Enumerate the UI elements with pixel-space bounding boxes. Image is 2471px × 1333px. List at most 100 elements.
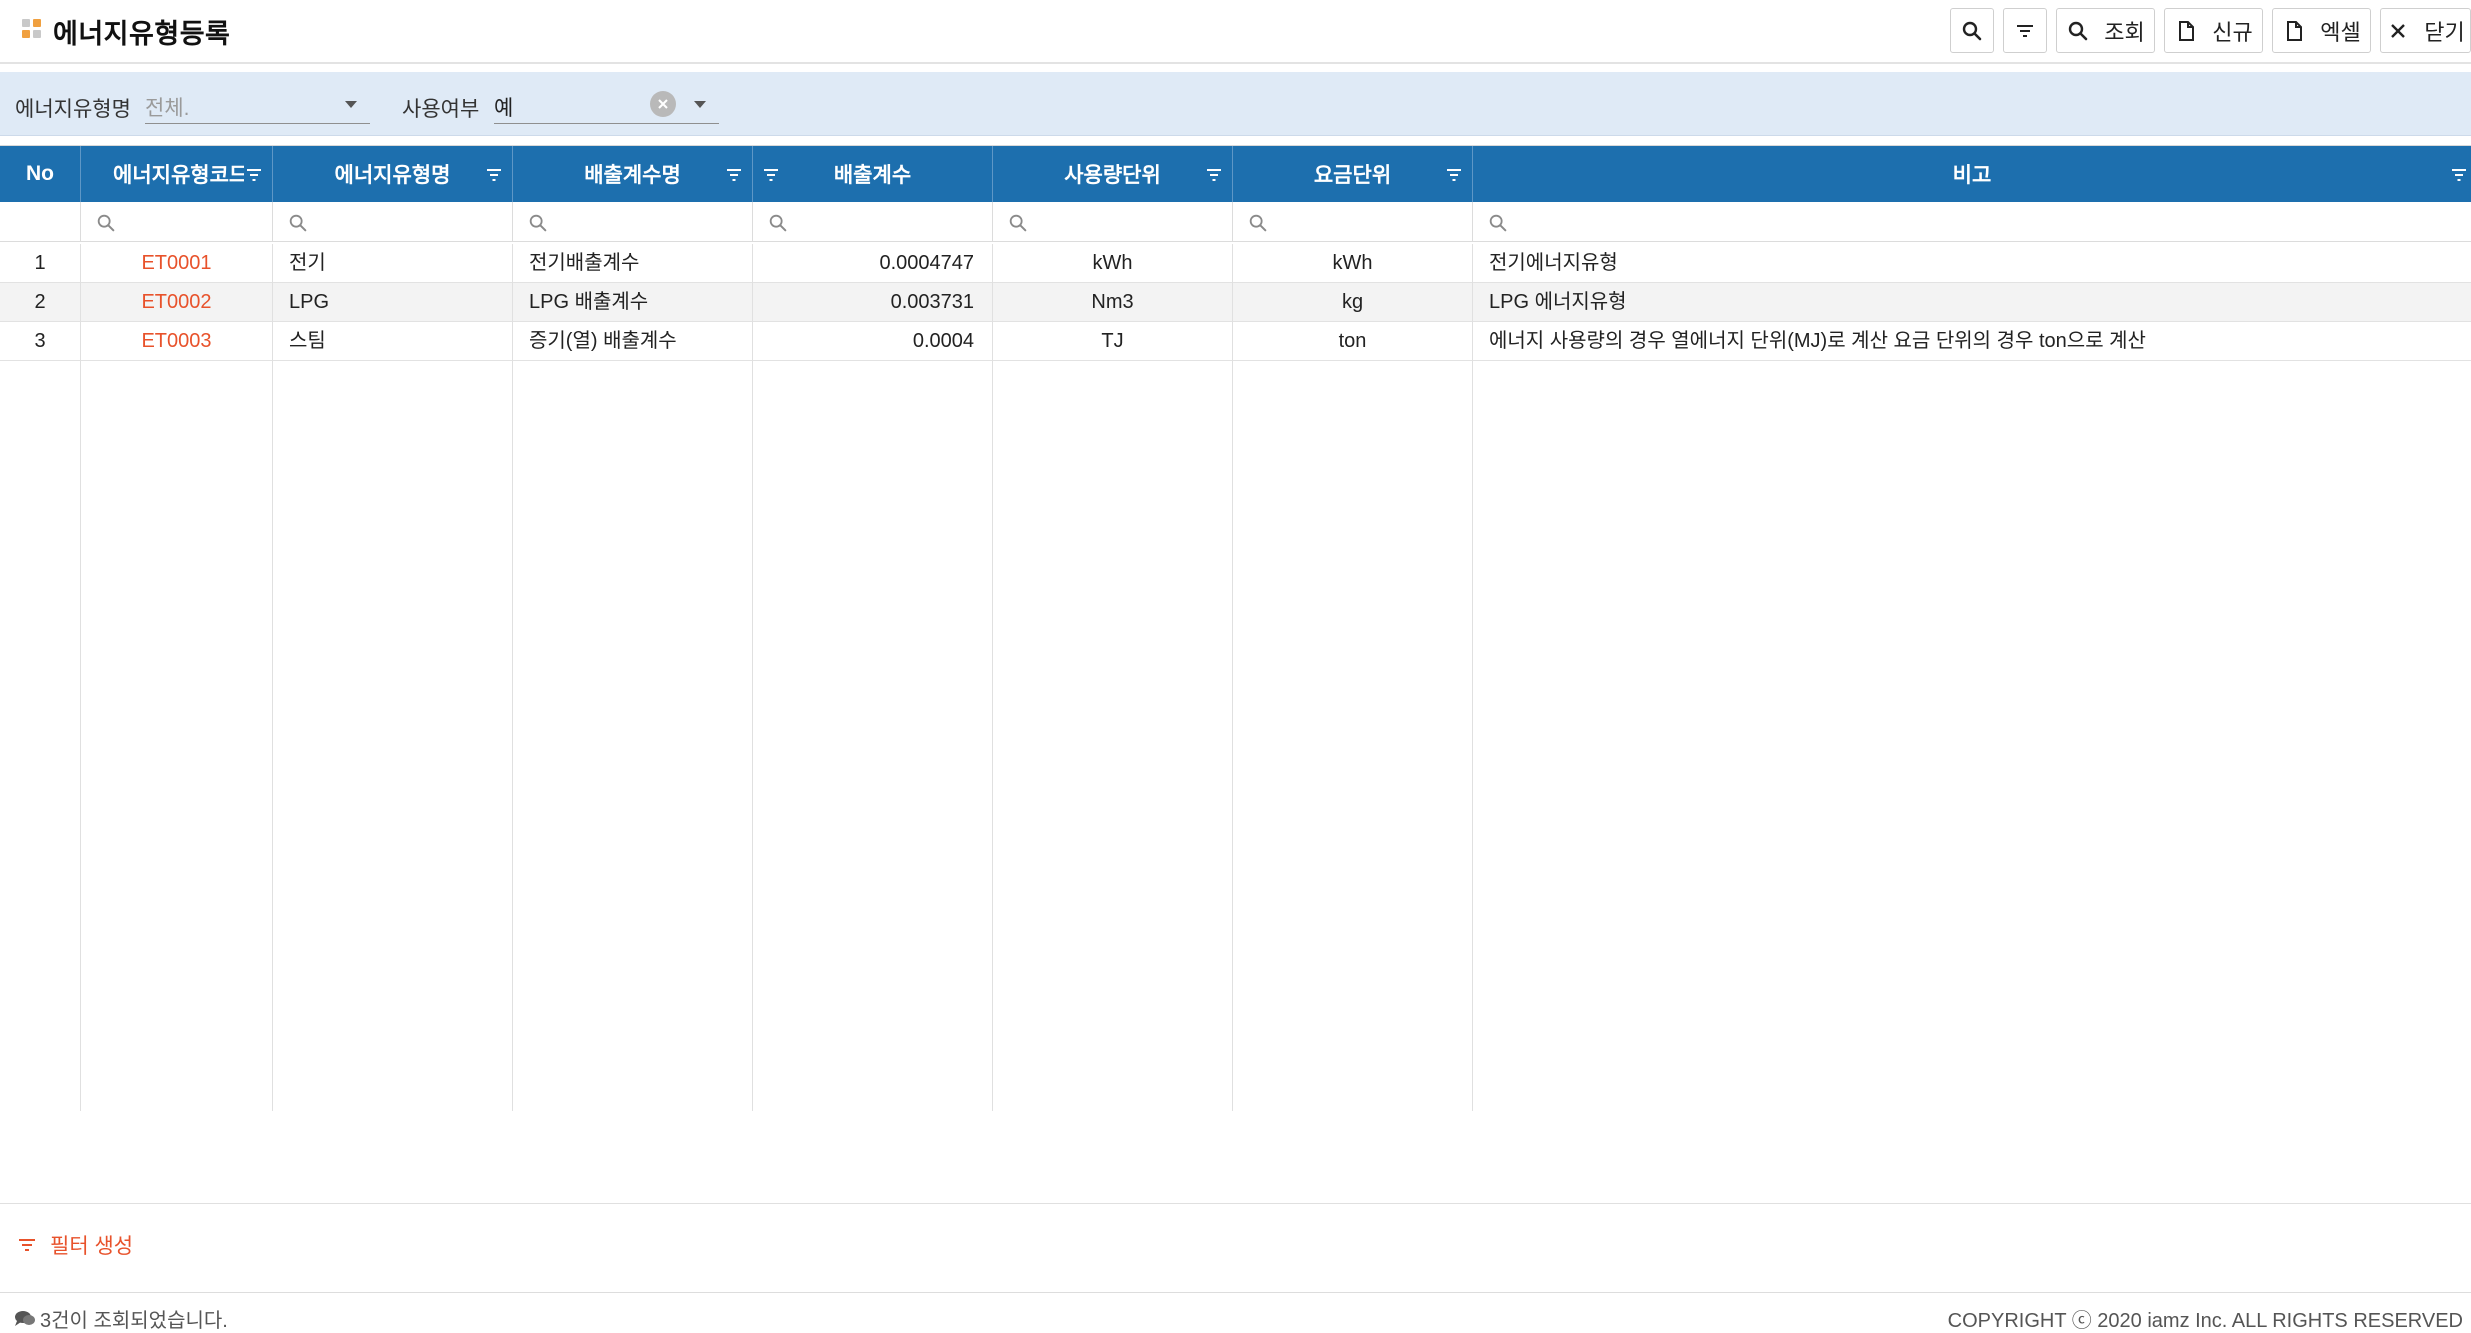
status-text: 3건이 조회되었습니다. xyxy=(40,1310,228,1332)
energy-type-name-select[interactable]: 전체. xyxy=(145,84,370,124)
filter-cell-emission-factor[interactable] xyxy=(753,202,993,242)
search-icon xyxy=(769,214,787,232)
column-header-emission-factor[interactable]: 배출계수 xyxy=(753,146,993,202)
column-filter-icon[interactable] xyxy=(484,165,504,185)
filter-input-emission-factor[interactable] xyxy=(793,206,982,236)
cell-fee-unit: kg xyxy=(1233,283,1473,322)
chevron-down-icon[interactable] xyxy=(694,101,706,108)
cell-usage-unit: Nm3 xyxy=(993,283,1233,322)
column-divider xyxy=(272,361,273,1111)
cell-emission-factor-name: 전기배출계수 xyxy=(513,244,753,283)
column-header-energy-type-code[interactable]: 에너지유형코드 xyxy=(81,146,273,202)
app-grid-icon xyxy=(22,19,42,39)
search-button[interactable]: 조회 xyxy=(2056,8,2155,53)
column-divider xyxy=(512,361,513,1111)
filter-cell-usage-unit[interactable] xyxy=(993,202,1233,242)
filter-input-energy-type-name[interactable] xyxy=(313,206,502,236)
column-filter-icon[interactable] xyxy=(244,165,264,185)
cell-note: 전기에너지유형 xyxy=(1489,252,1618,274)
cell-energy-type-code[interactable]: ET0003 xyxy=(81,322,273,361)
cell-emission-factor-name: 증기(열) 배출계수 xyxy=(513,322,753,361)
cell-energy-type-name: 스팀 xyxy=(273,322,513,361)
filter-input-energy-type-code[interactable] xyxy=(121,206,262,236)
cell-no: 3 xyxy=(0,322,81,361)
chevron-down-icon[interactable] xyxy=(345,101,357,108)
search-icon xyxy=(289,214,307,232)
chat-bubble-icon xyxy=(15,1310,35,1326)
search-conditions-bar: 에너지유형명 전체. 사용여부 예 xyxy=(0,72,2471,136)
cell-no: 1 xyxy=(0,244,81,283)
page-title: 에너지유형등록 xyxy=(53,19,231,49)
cell-energy-type-code[interactable]: ET0002 xyxy=(81,283,273,322)
cell-fee-unit: ton xyxy=(1233,322,1473,361)
filter-cell-no xyxy=(0,202,81,242)
energy-type-name-value: 전체. xyxy=(145,97,190,120)
status-footer: 3건이 조회되었습니다. COPYRIGHT ⓒ 2020 iamz Inc. … xyxy=(0,1292,2471,1333)
cell-no: 2 xyxy=(0,283,81,322)
column-divider xyxy=(752,361,753,1111)
cell-usage-unit: TJ xyxy=(993,322,1233,361)
cell-usage-unit: kWh xyxy=(993,244,1233,283)
cell-note: LPG 에너지유형 xyxy=(1489,291,1627,313)
search-icon xyxy=(529,214,547,232)
new-button-label: 신규 xyxy=(2212,19,2253,45)
close-button[interactable]: 닫기 xyxy=(2380,8,2471,53)
cell-note: 에너지 사용량의 경우 열에너지 단위(MJ)로 계산 요금 단위의 경우 to… xyxy=(1489,330,2146,352)
table-row[interactable]: 2 ET0002 LPG LPG 배출계수 0.003731 Nm3 kg LP… xyxy=(0,283,2471,322)
search-icon xyxy=(1009,214,1027,232)
filter-create-label: 필터 생성 xyxy=(50,1235,134,1258)
filter-cell-emission-factor-name[interactable] xyxy=(513,202,753,242)
column-filter-icon[interactable] xyxy=(2449,165,2469,185)
column-filter-icon[interactable] xyxy=(761,165,781,185)
cell-energy-type-name: LPG xyxy=(273,283,513,322)
cell-fee-unit: kWh xyxy=(1233,244,1473,283)
cell-emission-factor: 0.003731 xyxy=(753,283,993,322)
excel-button-label: 엑셀 xyxy=(2320,19,2361,45)
search-icon xyxy=(1962,21,1982,40)
table-row[interactable]: 3 ET0003 스팀 증기(열) 배출계수 0.0004 TJ ton 에너지… xyxy=(0,322,2471,361)
cell-energy-type-name: 전기 xyxy=(273,244,513,283)
filter-create-button[interactable]: 필터 생성 xyxy=(16,1230,133,1260)
filter-input-fee-unit[interactable] xyxy=(1273,206,1462,236)
column-divider xyxy=(992,361,993,1111)
close-button-label: 닫기 xyxy=(2424,19,2465,45)
filter-cell-fee-unit[interactable] xyxy=(1233,202,1473,242)
use-yn-select[interactable]: 예 xyxy=(494,84,719,124)
column-divider xyxy=(1232,361,1233,1111)
cell-energy-type-code[interactable]: ET0001 xyxy=(81,244,273,283)
filter-toggle-button[interactable] xyxy=(2003,8,2047,53)
column-header-no[interactable]: No xyxy=(0,146,81,202)
filter-cell-energy-type-code[interactable] xyxy=(81,202,273,242)
column-filter-icon[interactable] xyxy=(724,165,744,185)
filter-icon xyxy=(2017,24,2033,37)
energy-type-grid: No 에너지유형코드 에너지유형명 배출계수명 배출계수 사용량단위 요금단위 … xyxy=(0,145,2471,1204)
filter-input-emission-factor-name[interactable] xyxy=(553,206,742,236)
column-header-energy-type-name[interactable]: 에너지유형명 xyxy=(273,146,513,202)
new-button[interactable]: 신규 xyxy=(2164,8,2263,53)
filter-input-usage-unit[interactable] xyxy=(1033,206,1222,236)
cell-emission-factor: 0.0004747 xyxy=(753,244,993,283)
table-row[interactable]: 1 ET0001 전기 전기배출계수 0.0004747 kWh kWh 전기에… xyxy=(0,244,2471,283)
cell-emission-factor-name: LPG 배출계수 xyxy=(513,283,753,322)
status-message: 3건이 조회되었습니다. xyxy=(14,1304,228,1333)
column-divider xyxy=(1472,361,1473,1111)
column-divider xyxy=(80,361,81,1111)
filter-input-note[interactable] xyxy=(1513,206,2461,236)
search-button-label: 조회 xyxy=(2104,19,2145,45)
column-header-fee-unit[interactable]: 요금단위 xyxy=(1233,146,1473,202)
filter-icon xyxy=(19,1239,35,1251)
filter-cell-note[interactable] xyxy=(1473,202,2471,242)
column-header-usage-unit[interactable]: 사용량단위 xyxy=(993,146,1233,202)
page-header: 에너지유형등록 조회 신규 엑셀 닫기 xyxy=(0,0,2471,64)
filter-cell-energy-type-name[interactable] xyxy=(273,202,513,242)
column-header-emission-factor-name[interactable]: 배출계수명 xyxy=(513,146,753,202)
excel-button[interactable]: 엑셀 xyxy=(2272,8,2371,53)
column-filter-icon[interactable] xyxy=(1444,165,1464,185)
search-icon xyxy=(97,214,115,232)
column-header-note[interactable]: 비고 xyxy=(1473,146,2471,202)
column-filter-icon[interactable] xyxy=(1204,165,1224,185)
energy-type-name-label: 에너지유형명 xyxy=(15,98,131,121)
quick-search-button[interactable] xyxy=(1950,8,1994,53)
clear-icon[interactable] xyxy=(650,91,676,117)
search-icon xyxy=(1489,214,1507,232)
